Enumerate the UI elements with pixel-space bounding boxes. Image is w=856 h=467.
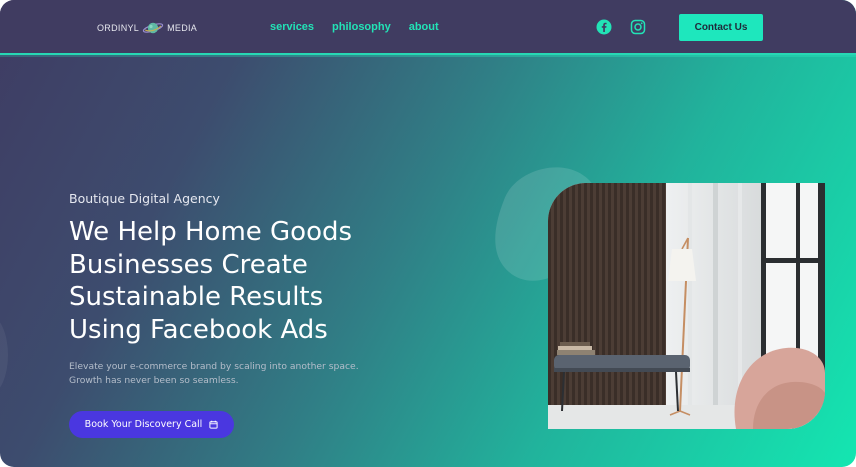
- decorative-bubble: [0, 315, 8, 395]
- cta-label: Book Your Discovery Call: [84, 419, 203, 430]
- hero-eyebrow: Boutique Digital Agency: [69, 191, 220, 206]
- instagram-icon[interactable]: [630, 19, 646, 35]
- planet-logo-icon: [142, 22, 164, 34]
- logo-right-text: MEDIA: [167, 23, 198, 33]
- nav-link-philosophy[interactable]: philosophy: [332, 21, 391, 33]
- brand-logo[interactable]: ORDINYL MEDIA: [97, 19, 197, 37]
- main-nav: services philosophy about: [270, 21, 439, 33]
- nav-link-services[interactable]: services: [270, 21, 314, 33]
- logo-left-text: ORDINYL: [97, 23, 140, 33]
- site-header: ORDINYL MEDIA services philosophy about: [0, 0, 856, 57]
- hero-subtext: Elevate your e-commerce brand by scaling…: [69, 361, 359, 386]
- book-discovery-call-button[interactable]: Book Your Discovery Call: [69, 411, 234, 438]
- hero-interior-photo: [548, 183, 825, 429]
- contact-us-button[interactable]: Contact Us: [679, 14, 763, 41]
- landing-page: ORDINYL MEDIA services philosophy about: [0, 0, 856, 467]
- facebook-icon[interactable]: [596, 19, 612, 35]
- calendar-icon: [209, 420, 218, 429]
- hero-headline: We Help Home Goods Businesses Create Sus…: [69, 217, 353, 345]
- nav-link-about[interactable]: about: [409, 21, 439, 33]
